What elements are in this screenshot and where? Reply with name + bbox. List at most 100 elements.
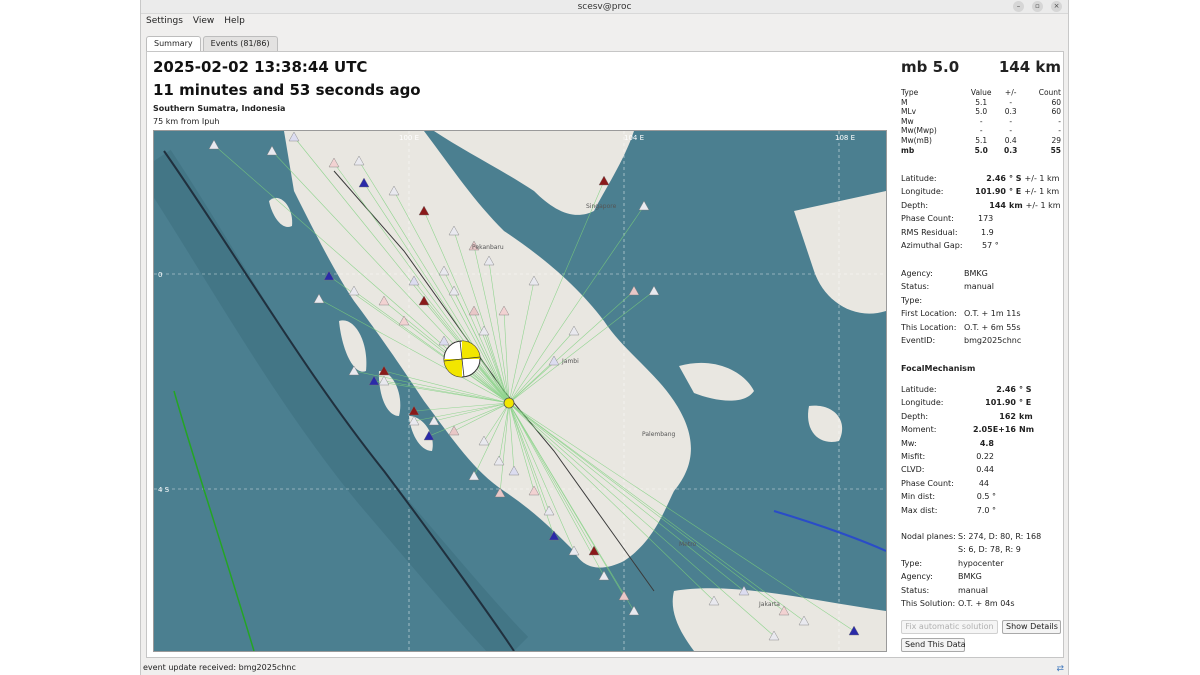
focal-heading: FocalMechanism xyxy=(901,364,976,373)
mag-row-err: 0.4 xyxy=(1004,135,1017,145)
depth-value: 144 km xyxy=(998,58,1061,76)
place-metro: Metro xyxy=(679,541,697,548)
label: Longitude: xyxy=(901,187,944,197)
this-location-value: O.T. + 6m 55s xyxy=(964,322,1021,332)
place-pekanbaru: Pekanbaru xyxy=(472,244,504,251)
mag-row-count: - xyxy=(1058,116,1061,126)
mag-row-value: - xyxy=(979,126,983,136)
send-data-button[interactable]: Send This Data xyxy=(901,638,966,652)
mag-header-count: Count xyxy=(1038,88,1061,97)
label: First Location: xyxy=(901,309,957,319)
label: Depth: xyxy=(901,200,929,210)
summary-panel: 2025-02-02 13:38:44 UTC 11 minutes and 5… xyxy=(146,51,1064,658)
mag-row-value: 5.0 xyxy=(974,145,988,155)
focal-status: manual xyxy=(958,585,988,595)
origin-phase-count: 173 xyxy=(978,214,994,224)
unit: ° S xyxy=(1019,385,1032,394)
event-map[interactable]: 0 4 S 100 E 104 E 108 E Singapore Pekanb… xyxy=(153,130,887,652)
focal-latitude: 2.46 xyxy=(996,385,1016,394)
label: Type: xyxy=(901,295,923,305)
mag-row-type: MLv xyxy=(901,107,917,117)
tab-summary[interactable]: Summary xyxy=(146,36,201,51)
status-bar-text: event update received: bmg2025chnc xyxy=(143,663,296,672)
focal-moment: 2.05E+16 xyxy=(972,425,1016,435)
mag-row-value: 5.1 xyxy=(975,135,988,145)
tab-bar: Summary Events (81/86) xyxy=(146,36,278,51)
close-icon[interactable]: × xyxy=(1051,1,1062,12)
tab-events[interactable]: Events (81/86) xyxy=(202,36,278,51)
focal-min-dist: 0.5 ° xyxy=(976,492,996,502)
connection-icon: ⇄ xyxy=(1056,664,1064,674)
error: +/- 1 km xyxy=(1024,187,1060,197)
focal-longitude: 101.90 xyxy=(985,398,1016,408)
label: EventID: xyxy=(901,335,936,345)
mag-row-value: 5.1 xyxy=(975,97,988,107)
label: Max dist: xyxy=(901,505,938,515)
first-location-value: O.T. + 1m 11s xyxy=(964,309,1021,319)
fix-solution-button[interactable]: Fix automatic solution xyxy=(901,620,998,634)
beachball-icon xyxy=(443,340,481,378)
label: Agency: xyxy=(901,269,933,278)
minimize-icon[interactable]: – xyxy=(1013,1,1024,12)
origin-gap: 57 ° xyxy=(982,240,999,250)
origin-rms: 1.9 xyxy=(981,227,994,237)
unit: km xyxy=(1009,200,1023,210)
label: Longitude: xyxy=(901,398,944,408)
origin-latitude: 2.46 xyxy=(986,174,1006,183)
place-jakarta: Jakarta xyxy=(758,601,780,608)
place-palembang: Palembang xyxy=(642,431,676,438)
focal-info: Latitude: 2.46 ° S Longitude: 101.90 ° E Dep… xyxy=(901,383,1061,517)
nodal-plane-2: S: 6, D: 78, R: 9 xyxy=(958,545,1021,555)
unit: ° E xyxy=(1009,187,1022,197)
nodal-plane-1: S: 274, D: 80, R: 168 xyxy=(958,532,1042,541)
maximize-icon[interactable]: ▫ xyxy=(1032,1,1043,12)
focal-clvd: 0.44 xyxy=(976,465,994,475)
mag-row-type: M xyxy=(901,97,908,107)
label: Status: xyxy=(901,282,930,292)
mag-row-type: Mw(Mwp) xyxy=(901,126,937,136)
label: Phase Count: xyxy=(901,478,954,488)
label: Depth: xyxy=(901,411,929,421)
origin-depth: 144 xyxy=(989,200,1006,210)
place-singapore: Singapore xyxy=(586,203,617,210)
label: This Solution: xyxy=(901,598,956,608)
mag-row-err: - xyxy=(1009,126,1013,136)
mag-row-count: 55 xyxy=(1050,145,1061,155)
label: Moment: xyxy=(901,425,937,435)
focal-phase-count: 44 xyxy=(978,478,989,488)
info-sidebar: mb 5.0 144 km Type Value +/- Count M 5.1… xyxy=(901,52,1061,657)
window-title: scesv@proc xyxy=(577,2,632,12)
focal-type: hypocenter xyxy=(958,558,1004,568)
agency-value: BMKG xyxy=(964,269,988,278)
event-info: Agency: BMKG Status: manual Type: First Lo… xyxy=(901,267,1061,347)
label: Misfit: xyxy=(901,451,926,461)
origin-info: Latitude: 2.46 ° S +/- 1 km Longitude: 101.9… xyxy=(901,172,1061,252)
mag-header-type: Type xyxy=(901,88,919,97)
error: +/- 1 km xyxy=(1025,200,1061,210)
label: RMS Residual: xyxy=(901,227,958,237)
focal-misfit: 0.22 xyxy=(976,451,994,461)
lat-label-0: 0 xyxy=(158,271,162,279)
menu-help[interactable]: Help xyxy=(224,14,245,29)
mag-row-count: 29 xyxy=(1051,135,1061,145)
show-details-button[interactable]: Show Details xyxy=(1002,620,1061,634)
unit: km xyxy=(1019,411,1033,421)
mag-row-err: - xyxy=(1009,116,1013,126)
time-ago: 11 minutes and 53 seconds ago xyxy=(153,81,421,99)
label: Agency: xyxy=(901,572,933,582)
magnitude-value: mb 5.0 xyxy=(901,58,960,76)
map-canvas[interactable]: 0 4 S 100 E 104 E 108 E Singapore Pekanb… xyxy=(154,131,886,651)
label: Status: xyxy=(901,585,930,595)
label: Nodal planes: xyxy=(901,532,956,541)
mag-row-count: 60 xyxy=(1051,97,1061,107)
label: CLVD: xyxy=(901,465,925,475)
error: +/- 1 km xyxy=(1024,174,1060,183)
label: This Location: xyxy=(901,322,957,332)
mag-row-count: - xyxy=(1058,126,1061,136)
menu-settings[interactable]: Settings xyxy=(146,14,183,29)
label: Type: xyxy=(901,558,923,568)
menu-view[interactable]: View xyxy=(193,14,214,29)
unit: Nm xyxy=(1019,425,1035,435)
mag-header-value: Value xyxy=(970,88,992,97)
focal-depth: 162 xyxy=(999,411,1016,421)
